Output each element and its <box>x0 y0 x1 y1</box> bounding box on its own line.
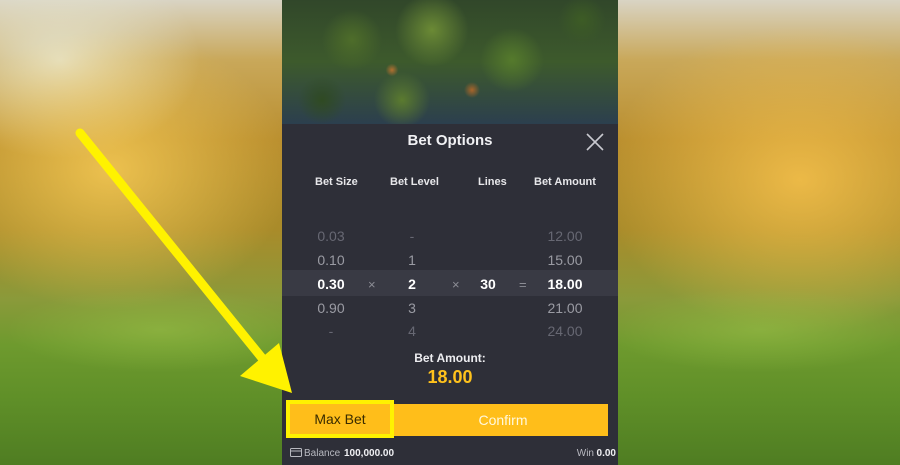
bet-amount-label: Bet Amount: <box>414 351 486 365</box>
bet-amount-option[interactable]: 24.00 <box>540 323 590 339</box>
status-footer: Balance 100,000.00 Win 0.00 <box>282 446 618 465</box>
confirm-button[interactable]: Confirm <box>398 404 608 436</box>
equals-sign: = <box>519 277 527 292</box>
bet-size-option[interactable]: 0.03 <box>310 228 352 244</box>
bet-size-selected[interactable]: 0.30 <box>310 276 352 292</box>
header-lines: Lines <box>478 176 507 188</box>
bet-size-option[interactable]: 0.10 <box>310 252 352 268</box>
multiply-sign: × <box>452 277 460 292</box>
bet-options-modal: Bet Options Bet Size Bet Level Lines Bet… <box>282 124 618 465</box>
close-button[interactable] <box>584 131 606 153</box>
header-bet-size: Bet Size <box>315 176 358 188</box>
win-value: 0.00 <box>596 448 616 459</box>
max-bet-button[interactable]: Max Bet <box>286 400 394 438</box>
modal-title: Bet Options <box>407 132 493 149</box>
bet-amount-selected[interactable]: 18.00 <box>540 276 590 292</box>
wallet-icon <box>290 448 302 457</box>
bet-level-option[interactable]: 4 <box>400 323 424 339</box>
game-panel: Bet Options Bet Size Bet Level Lines Bet… <box>282 0 618 465</box>
bet-level-option[interactable]: 3 <box>400 300 424 316</box>
bet-amount-option[interactable]: 12.00 <box>540 228 590 244</box>
header-bet-level: Bet Level <box>390 176 439 188</box>
bet-level-option[interactable]: - <box>400 228 424 244</box>
bet-level-selected[interactable]: 2 <box>400 276 424 292</box>
bet-amount-option[interactable]: 21.00 <box>540 300 590 316</box>
multiply-sign: × <box>368 277 376 292</box>
bet-amount-total: 18.00 <box>427 367 473 387</box>
bet-size-option[interactable]: - <box>310 323 352 339</box>
lines-value: 30 <box>480 276 496 292</box>
header-bet-amount: Bet Amount <box>534 176 596 188</box>
bet-level-option[interactable]: 1 <box>400 252 424 268</box>
bet-size-option[interactable]: 0.90 <box>310 300 352 316</box>
win-label: Win <box>576 448 594 459</box>
balance-label: Balance <box>304 448 341 459</box>
bet-amount-option[interactable]: 15.00 <box>540 252 590 268</box>
game-artwork <box>282 0 618 124</box>
close-icon <box>586 133 604 151</box>
balance-value: 100,000.00 <box>344 448 395 459</box>
